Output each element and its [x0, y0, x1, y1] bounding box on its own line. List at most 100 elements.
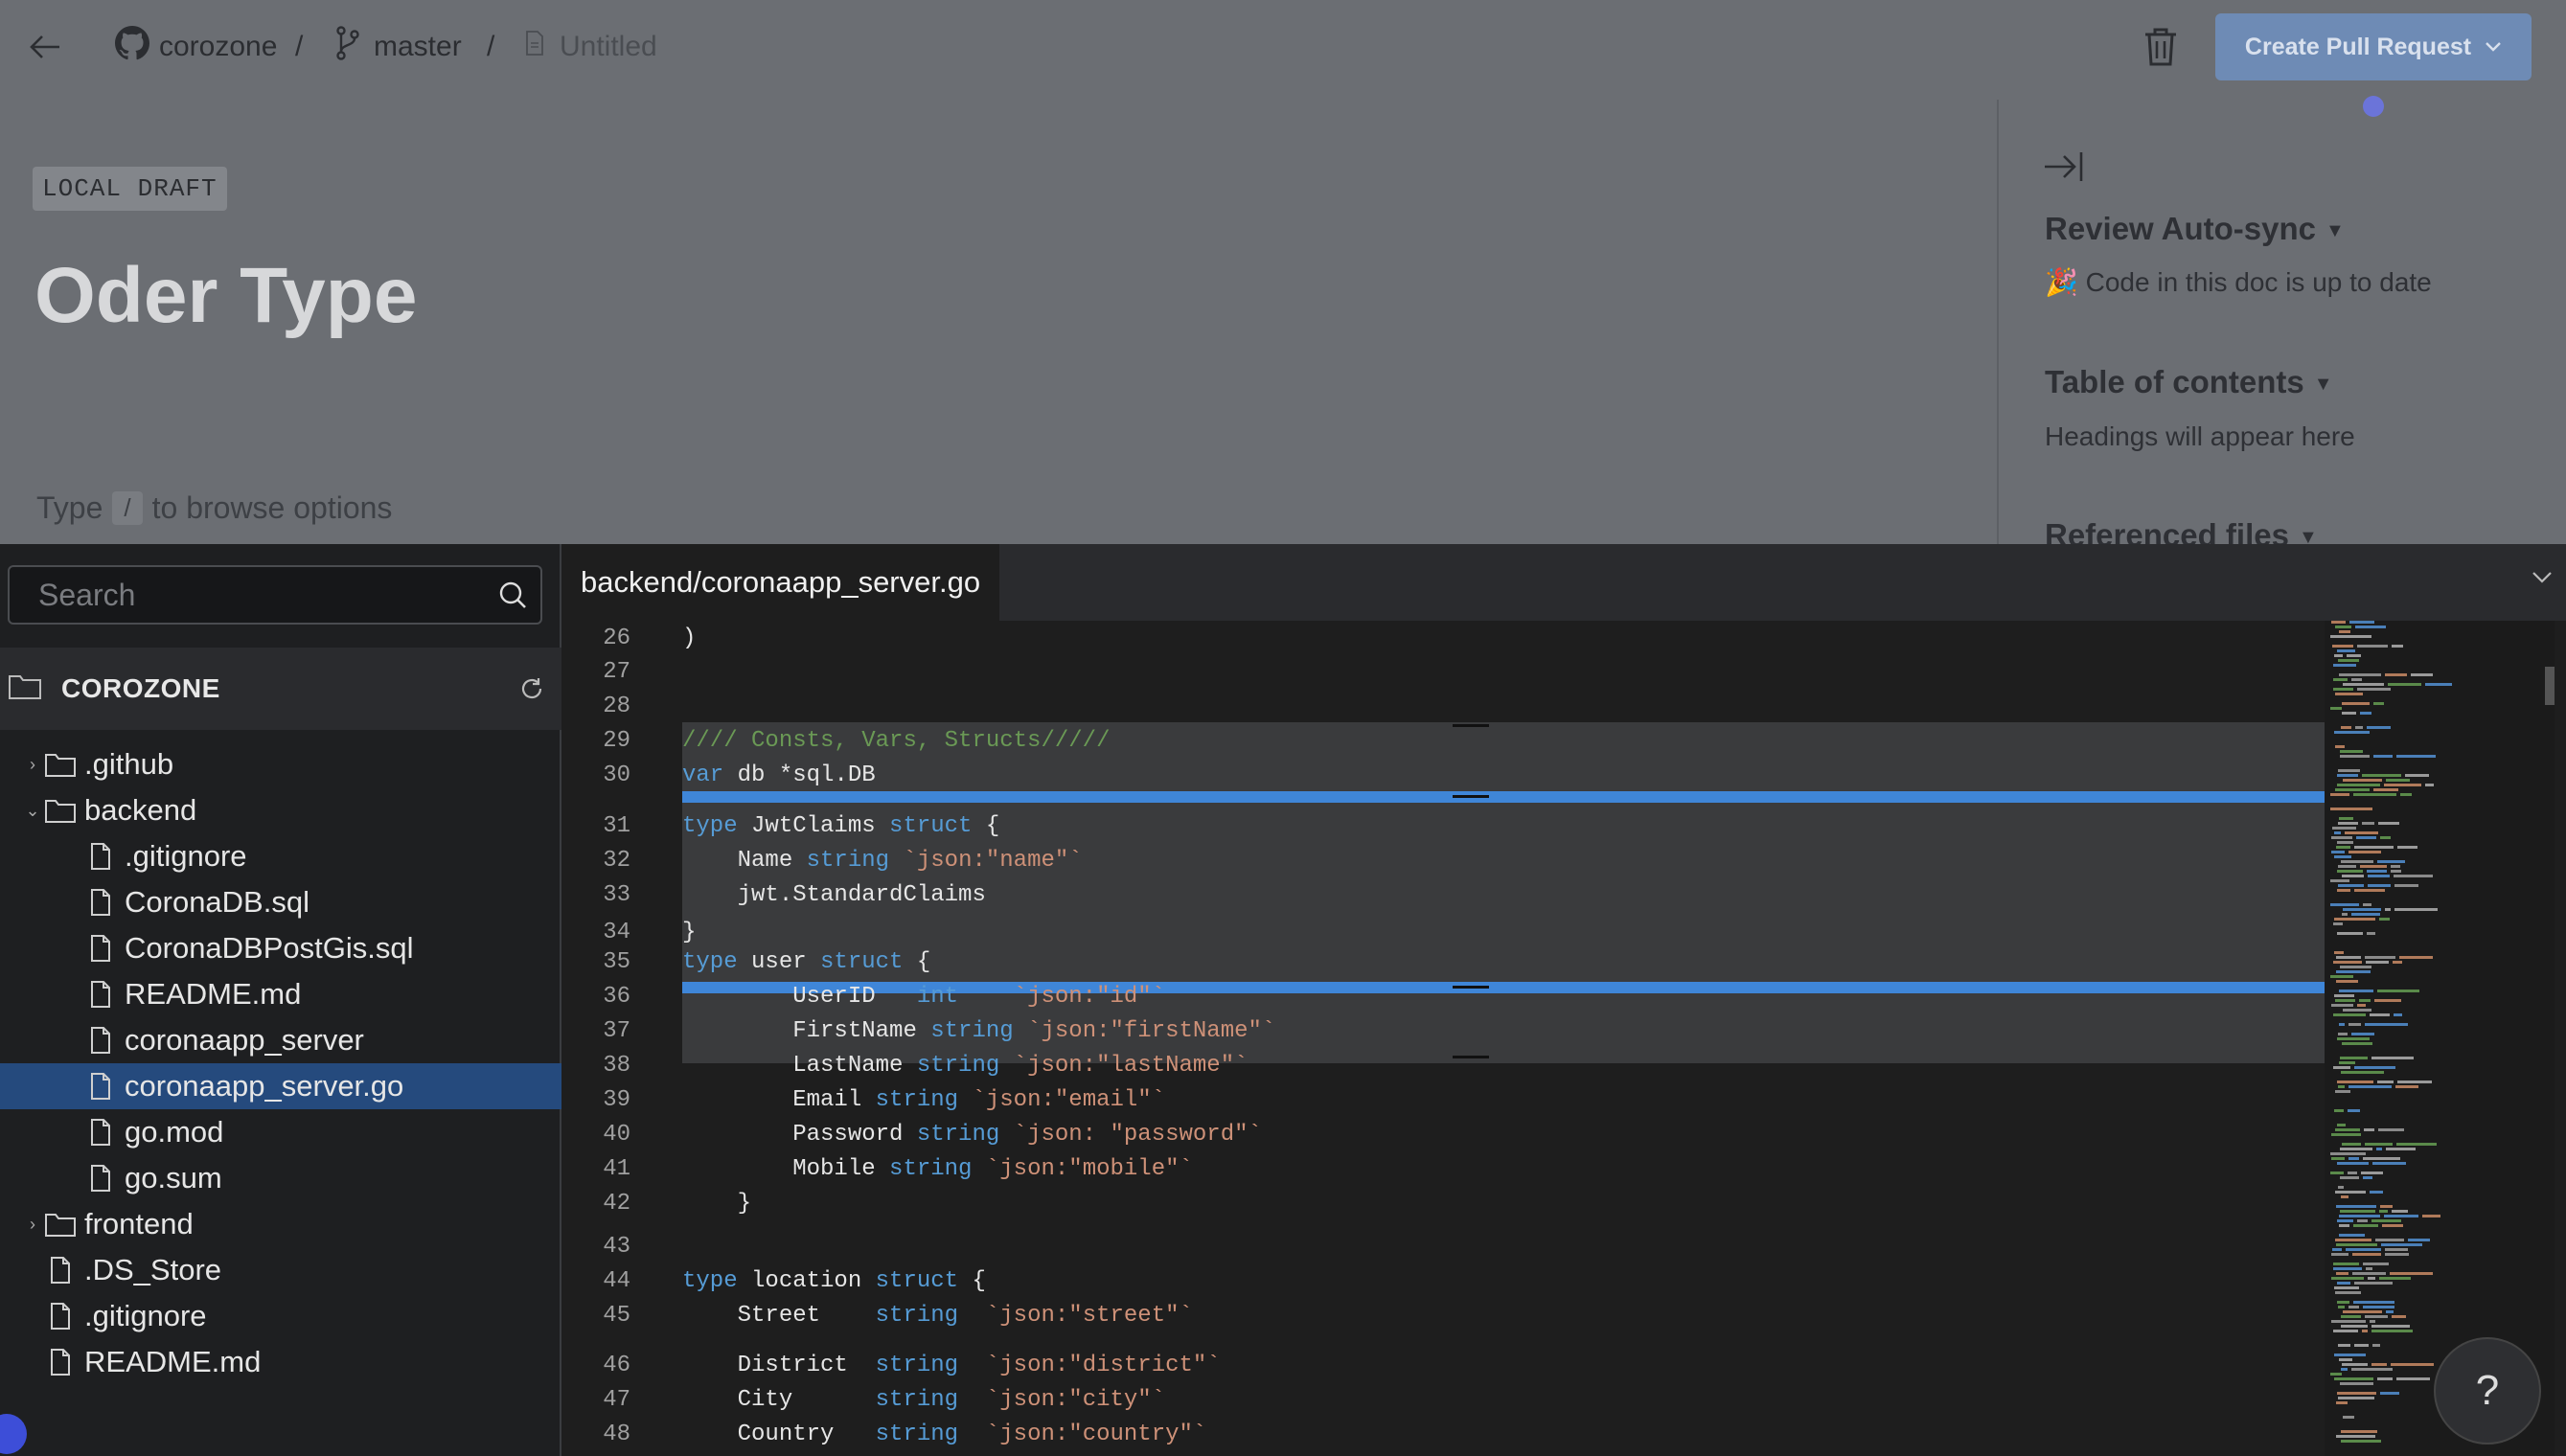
minimap-line [2390, 1272, 2433, 1275]
line-number: 43 [603, 1233, 630, 1260]
tree-file[interactable]: .DS_Store [0, 1247, 561, 1293]
breadcrumb-repo[interactable]: corozone [115, 0, 277, 94]
review-autosync-heading[interactable]: Review Auto-sync ▼ [2045, 211, 2345, 247]
minimap-line [2395, 1085, 2418, 1088]
minimap-line [2340, 966, 2371, 968]
chevron-down-icon[interactable] [2485, 37, 2502, 57]
chevron-down-icon[interactable] [2532, 565, 2553, 590]
explorer-root-header[interactable]: COROZONE [0, 648, 561, 730]
minimap-line [2355, 626, 2386, 628]
chevron-right-icon[interactable]: › [21, 1215, 44, 1235]
minimap-line [2378, 822, 2399, 825]
tree-folder[interactable]: ⌄ backend [0, 787, 561, 833]
line-number: 45 [603, 1302, 630, 1329]
minimap-line [2391, 1363, 2434, 1366]
minimap[interactable] [2325, 621, 2555, 1456]
minimap-line [2368, 1277, 2375, 1280]
chevron-down-icon[interactable]: ⌄ [21, 801, 44, 821]
minimap-line [2363, 1306, 2394, 1308]
minimap-line [2370, 1320, 2375, 1323]
breadcrumb-file[interactable]: Untitled [525, 0, 657, 94]
tree-file[interactable]: go.mod [0, 1109, 561, 1155]
tree-file[interactable]: .gitignore [0, 833, 561, 879]
refresh-icon[interactable] [519, 676, 544, 708]
minimap-line [2336, 1401, 2348, 1404]
collapse-panel-icon[interactable] [2043, 149, 2085, 193]
minimap-line [2347, 654, 2361, 657]
minimap-line [2348, 1157, 2359, 1160]
code-line: 36 UserID int `json:"id"` [561, 979, 1165, 1013]
minimap-line [2382, 1224, 2403, 1227]
minimap-line [2425, 784, 2434, 786]
line-number: 35 [603, 948, 630, 975]
code-line: 30 var db *sql.DB [561, 758, 875, 792]
tree-file[interactable]: coronaapp_server [0, 1017, 561, 1063]
minimap-line [2333, 961, 2362, 964]
minimap-line [2343, 1310, 2382, 1313]
minimap-line [2335, 745, 2345, 748]
explorer-root-label: COROZONE [61, 673, 220, 703]
minimap-line [2338, 1344, 2350, 1347]
minimap-line [2342, 1143, 2361, 1146]
minimap-line [2357, 1219, 2368, 1222]
browse-options-hint[interactable]: Type / to browse options [36, 490, 392, 526]
file-icon [84, 1070, 117, 1103]
minimap-line [2330, 808, 2372, 810]
minimap-line [2337, 841, 2353, 844]
search-icon[interactable] [498, 580, 527, 609]
file-icon [84, 978, 117, 1011]
scrollbar-thumb[interactable] [2545, 667, 2555, 705]
minimap-line [2351, 1033, 2374, 1035]
tree-file[interactable]: README.md [0, 971, 561, 1017]
tree-file[interactable]: coronaapp_server.go [0, 1063, 561, 1109]
chevron-right-icon[interactable]: › [21, 755, 44, 775]
tree-folder[interactable]: › .github [0, 741, 561, 787]
line-number: 39 [603, 1086, 630, 1113]
file-icon [44, 1254, 77, 1286]
tree-file[interactable]: .gitignore [0, 1293, 561, 1339]
line-number: 34 [603, 919, 630, 945]
table-of-contents-heading[interactable]: Table of contents ▼ [2045, 364, 2333, 400]
minimap-line [2384, 784, 2421, 786]
file-icon [44, 1346, 77, 1378]
minimap-line [2394, 884, 2418, 887]
minimap-line [2341, 1071, 2384, 1074]
document-title[interactable]: Oder Type [34, 251, 417, 341]
tree-file[interactable]: README.md [0, 1339, 561, 1385]
minimap-line [2368, 875, 2390, 877]
minimap-line [2397, 846, 2417, 849]
code-line: 33 jwt.StandardClaims [561, 877, 986, 912]
tree-file[interactable]: CoronaDBPostGis.sql [0, 925, 561, 971]
minimap-line [2331, 1133, 2361, 1136]
tree-item-label: CoronaDBPostGis.sql [125, 931, 414, 965]
branch-name: master [374, 31, 462, 62]
code-line: 42 } [561, 1186, 751, 1220]
line-number: 36 [603, 983, 630, 1010]
code-text: Name string `json:"name"` [682, 847, 1083, 874]
code-text: City string `json:"city"` [682, 1386, 1166, 1413]
create-pull-request-button[interactable]: Create Pull Request [2215, 13, 2532, 80]
tree-file[interactable]: go.sum [0, 1155, 561, 1201]
minimap-line [2338, 822, 2358, 825]
minimap-line [2396, 1377, 2430, 1380]
back-arrow-icon[interactable] [29, 0, 61, 94]
code-text: type location struct { [682, 1267, 986, 1294]
trash-icon[interactable] [2142, 0, 2179, 94]
editor-tab[interactable]: backend/coronaapp_server.go [561, 544, 1000, 621]
minimap-line [2379, 918, 2390, 921]
code-area[interactable]: 26) 27 28 29 //// Consts, Vars, Structs/////… [561, 621, 2325, 1456]
help-button[interactable]: ? [2434, 1337, 2541, 1445]
minimap-line [2330, 793, 2349, 796]
search-input[interactable] [38, 567, 489, 623]
minimap-line [2354, 1344, 2369, 1347]
code-line: 47 City string `json:"city"` [561, 1382, 1165, 1417]
tree-file[interactable]: CoronaDB.sql [0, 879, 561, 925]
minimap-line [2336, 980, 2358, 983]
minimap-line [2367, 870, 2387, 873]
tree-folder[interactable]: › frontend [0, 1201, 561, 1247]
line-number: 42 [603, 1190, 630, 1217]
minimap-line [2422, 1215, 2440, 1217]
minimap-line [2341, 1325, 2368, 1328]
minimap-line [2351, 678, 2362, 681]
breadcrumb-branch[interactable]: master [335, 0, 462, 94]
